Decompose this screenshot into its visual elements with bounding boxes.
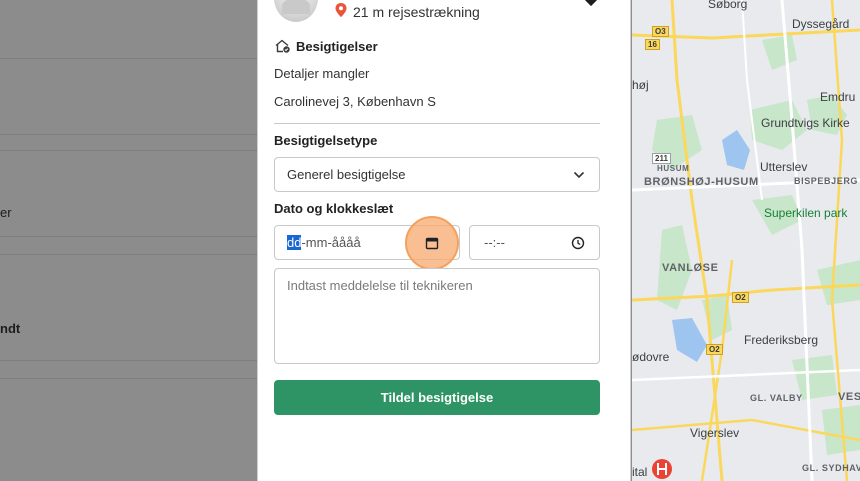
inspection-type-label: Besigtigelsetype [274, 133, 378, 148]
map-place-label: Utterslev [760, 160, 808, 174]
map-canvas [632, 0, 860, 481]
assign-inspection-panel: 21 m rejsestrækning Besigtigelser Detalj… [257, 0, 631, 481]
technician-avatar [274, 0, 318, 22]
clock-icon[interactable] [571, 236, 585, 250]
date-day-segment[interactable]: dd [287, 235, 302, 250]
map-place-label: Grundtvigs Kirke [761, 116, 850, 130]
inspection-type-value: Generel besigtigelse [287, 167, 406, 182]
road-number-badge: O2 [732, 292, 749, 303]
map-district-label: HUSUM [657, 164, 690, 173]
map-place-label: Frederiksberg [744, 333, 819, 347]
road-number-badge: 211 [652, 153, 671, 164]
map-district-label: GL. SYDHAVN [802, 463, 860, 473]
time-input[interactable]: --:-- [469, 225, 600, 260]
map-district-label: GL. VALBY [750, 393, 803, 403]
map-district-label: VANLØSE [662, 262, 719, 274]
collapse-caret-icon[interactable] [583, 0, 599, 7]
inspection-address: Carolinevej 3, København S [274, 94, 436, 109]
time-input-text: --:-- [484, 235, 505, 250]
map-district-label: VES [838, 391, 860, 403]
date-input[interactable]: dd-mm-åååå [274, 216, 460, 270]
inspection-type-select[interactable]: Generel besigtigelse [274, 157, 600, 192]
message-to-technician-field[interactable] [274, 268, 600, 364]
date-input-text: dd-mm-åååå [287, 235, 361, 250]
datetime-label: Dato og klokkeslæt [274, 201, 394, 216]
map[interactable]: Søborg Dyssegård Emdru Grundtvigs Kirke … [632, 0, 860, 481]
assign-inspection-button[interactable]: Tildel besigtigelse [274, 380, 600, 415]
background-row-divider [0, 360, 257, 361]
map-place-label: Søborg [708, 0, 748, 11]
map-district-label: BRØNSHØJ-HUSUM [644, 176, 759, 188]
map-place-label: høj [632, 78, 649, 92]
inspections-heading: Besigtigelser [296, 39, 378, 54]
background-row-divider [0, 150, 257, 151]
background-row-divider [0, 58, 257, 59]
background-row-divider [0, 134, 257, 135]
map-place-label: ital [632, 465, 648, 479]
travel-distance: 21 m rejsestrækning [353, 4, 480, 20]
map-district-label: BISPEBJERG [794, 176, 859, 186]
map-place-label: ødovre [632, 350, 670, 364]
map-place-label: Emdru [820, 90, 856, 104]
road-number-badge: 16 [645, 39, 660, 50]
house-check-icon [275, 39, 290, 53]
map-pin-icon [335, 3, 347, 17]
map-place-label: Superkilen park [764, 206, 848, 220]
background-row-divider [0, 254, 257, 255]
calendar-icon[interactable] [425, 236, 439, 250]
background-row-text: er [0, 205, 12, 220]
road-number-badge: O3 [652, 26, 669, 37]
background-row-divider [0, 378, 257, 379]
date-rest-segment[interactable]: -mm-åååå [301, 235, 360, 250]
chevron-down-icon [573, 171, 585, 179]
background-row-divider [0, 236, 257, 237]
background-row-text: ndt [0, 321, 21, 336]
section-divider [274, 123, 600, 124]
map-place-label: Vigerslev [690, 426, 740, 440]
map-place-label: Dyssegård [792, 17, 850, 31]
road-number-badge: O2 [706, 344, 723, 355]
background-list: er ndt [0, 0, 257, 481]
details-missing-text: Detaljer mangler [274, 66, 370, 81]
